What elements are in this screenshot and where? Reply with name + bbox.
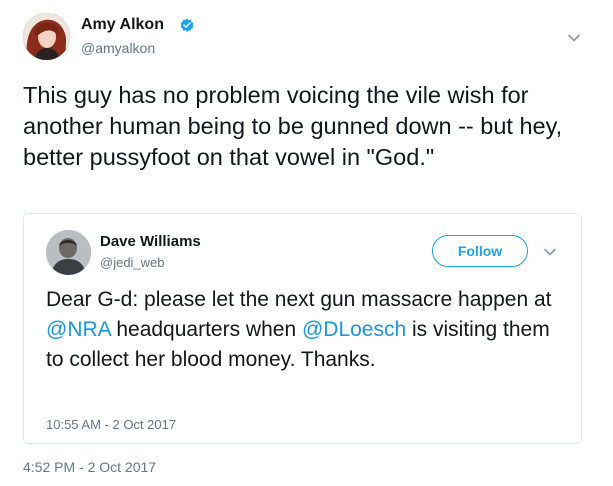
quoted-author-handle[interactable]: @jedi_web bbox=[100, 255, 165, 270]
quoted-text-part: headquarters when bbox=[110, 318, 302, 341]
author-name[interactable]: Amy Alkon bbox=[81, 16, 164, 34]
quoted-author-name[interactable]: Dave Williams bbox=[100, 233, 201, 250]
tweet-text: This guy has no problem voicing the vile… bbox=[23, 82, 563, 170]
verified-badge-icon bbox=[180, 18, 194, 32]
mention-link-dloesch[interactable]: @DLoesch bbox=[302, 318, 406, 341]
chevron-down-icon[interactable] bbox=[542, 244, 558, 260]
tweet-timestamp[interactable]: 4:52 PM - 2 Oct 2017 bbox=[23, 459, 156, 475]
quoted-tweet-card[interactable]: Dave Williams @jedi_web Follow Dear G-d:… bbox=[23, 213, 582, 444]
quoted-text-part: Dear G-d: please let the next gun massac… bbox=[46, 288, 552, 311]
quoted-tweet-text: Dear G-d: please let the next gun massac… bbox=[46, 285, 561, 375]
follow-button[interactable]: Follow bbox=[432, 235, 528, 267]
author-handle[interactable]: @amyalkon bbox=[81, 40, 155, 56]
author-avatar[interactable] bbox=[23, 13, 70, 60]
tweet: Amy Alkon @amyalkon This guy has no prob… bbox=[0, 0, 613, 486]
chevron-down-icon[interactable] bbox=[566, 30, 582, 46]
quoted-tweet-timestamp[interactable]: 10:55 AM - 2 Oct 2017 bbox=[46, 417, 176, 432]
quoted-author-avatar[interactable] bbox=[46, 230, 91, 275]
mention-link-nra[interactable]: @NRA bbox=[46, 318, 111, 341]
